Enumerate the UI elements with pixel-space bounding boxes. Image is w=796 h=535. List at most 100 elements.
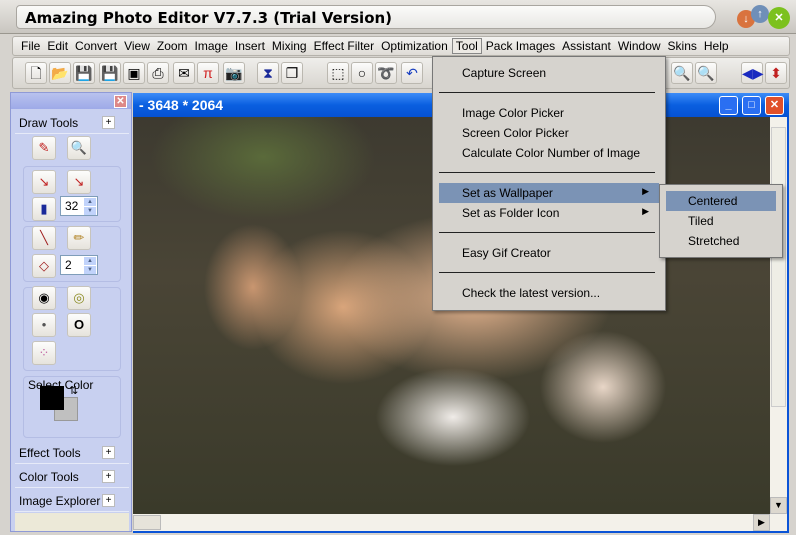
camera-icon[interactable]: 📷 bbox=[223, 62, 245, 84]
doc-maximize-icon[interactable]: □ bbox=[742, 96, 761, 115]
menu-item-image-color-picker[interactable]: Image Color Picker bbox=[439, 103, 659, 123]
scanner-icon[interactable]: π bbox=[197, 62, 219, 84]
pencil-icon[interactable]: ✏ bbox=[67, 226, 91, 250]
circle-target-icon[interactable]: ◎ bbox=[67, 286, 91, 310]
effect-tools-section[interactable]: Effect Tools + bbox=[15, 442, 129, 464]
color-tools-section[interactable]: Color Tools + bbox=[15, 466, 129, 488]
menu-pack-images[interactable]: Pack Images bbox=[483, 39, 558, 53]
zoom-out-icon[interactable]: 🔍 bbox=[695, 62, 717, 84]
print-icon[interactable]: ⎙ bbox=[147, 62, 169, 84]
submenu-item-centered[interactable]: Centered bbox=[666, 191, 776, 211]
open-icon[interactable]: 📂 bbox=[49, 62, 71, 84]
eyedropper-icon[interactable]: ✎ bbox=[32, 136, 56, 160]
menu-separator bbox=[439, 232, 655, 233]
set-wallpaper-label: Set as Wallpaper bbox=[462, 186, 553, 200]
vertical-scrollbar[interactable]: ▼ bbox=[770, 117, 787, 514]
expand-icon[interactable]: + bbox=[102, 116, 115, 129]
up-icon[interactable]: ▲ bbox=[84, 257, 96, 265]
new-icon[interactable]: 🗋 bbox=[25, 62, 47, 84]
down-icon[interactable]: ▼ bbox=[84, 207, 96, 215]
effect-tools-label: Effect Tools bbox=[19, 446, 81, 460]
save-as-icon[interactable]: 💾 bbox=[99, 62, 121, 84]
wallpaper-submenu: Centered Tiled Stretched bbox=[659, 184, 783, 258]
menu-insert[interactable]: Insert bbox=[232, 39, 268, 53]
brush-icon[interactable]: ↘ bbox=[32, 170, 56, 194]
lasso-icon[interactable]: ➰ bbox=[375, 62, 397, 84]
email-icon[interactable]: ✉ bbox=[173, 62, 195, 84]
save-icon[interactable]: 💾 bbox=[73, 62, 95, 84]
menu-optimization[interactable]: Optimization bbox=[378, 39, 451, 53]
ellipse-select-icon[interactable]: ○ bbox=[351, 62, 373, 84]
zoom-in-icon[interactable]: 🔍 bbox=[671, 62, 693, 84]
draw-tools-section[interactable]: Draw Tools + bbox=[15, 112, 129, 134]
menu-zoom[interactable]: Zoom bbox=[154, 39, 191, 53]
batch-save-icon[interactable]: ▣ bbox=[123, 62, 145, 84]
swap-colors-icon[interactable]: ⇅ bbox=[69, 384, 78, 397]
panel-close-icon[interactable]: ✕ bbox=[114, 95, 127, 108]
rect-select-icon[interactable]: ⬚ bbox=[327, 62, 349, 84]
menu-view[interactable]: View bbox=[121, 39, 153, 53]
sparkle-icon[interactable]: ⁘ bbox=[32, 341, 56, 365]
menu-item-calculate-color-number[interactable]: Calculate Color Number of Image bbox=[439, 143, 659, 163]
menu-item-set-as-folder-icon[interactable]: Set as Folder Icon ▶ bbox=[439, 203, 659, 223]
menu-convert[interactable]: Convert bbox=[72, 39, 120, 53]
horizontal-scrollbar[interactable]: ▶ bbox=[133, 514, 787, 531]
down-icon[interactable]: ▼ bbox=[84, 266, 96, 274]
undo-icon[interactable]: ↶ bbox=[401, 62, 423, 84]
horizontal-scroll-thumb[interactable] bbox=[133, 515, 161, 530]
up-icon[interactable]: ▲ bbox=[84, 198, 96, 206]
pen-brush-icon[interactable]: ↘ bbox=[67, 170, 91, 194]
menu-bar: File Edit Convert View Zoom Image Insert… bbox=[12, 36, 790, 56]
menu-edit[interactable]: Edit bbox=[44, 39, 71, 53]
menu-image[interactable]: Image bbox=[192, 39, 231, 53]
flip-horizontal-icon[interactable]: ◀▶ bbox=[741, 62, 764, 84]
doc-minimize-icon[interactable]: _ bbox=[719, 96, 738, 115]
scroll-down-icon[interactable]: ▼ bbox=[770, 497, 787, 514]
menu-separator bbox=[439, 92, 655, 93]
submenu-arrow-icon: ▶ bbox=[642, 206, 649, 216]
foreground-color-swatch[interactable] bbox=[40, 386, 64, 410]
menu-assistant[interactable]: Assistant bbox=[559, 39, 614, 53]
menu-help[interactable]: Help bbox=[701, 39, 732, 53]
expand-icon[interactable]: + bbox=[102, 494, 115, 507]
title-bar: Amazing Photo Editor V7.7.3 (Trial Versi… bbox=[0, 0, 796, 34]
menu-item-easy-gif-creator[interactable]: Easy Gif Creator bbox=[439, 243, 659, 263]
expand-icon[interactable]: + bbox=[102, 470, 115, 483]
copy-icon[interactable]: ❐ bbox=[281, 62, 303, 84]
tools-panel: ✕ Draw Tools + ✎ 🔍 ↘ ↘ ▮ 32 ▲ ▼ ╲ ✏ ◇ 2 ▲ ▼ ◉… bbox=[10, 92, 132, 532]
submenu-item-stretched[interactable]: Stretched bbox=[666, 231, 776, 251]
menu-item-capture-screen[interactable]: Capture Screen bbox=[439, 63, 659, 83]
menu-window[interactable]: Window bbox=[615, 39, 664, 53]
menu-tool[interactable]: Tool bbox=[451, 38, 482, 54]
panel-footer bbox=[15, 513, 129, 531]
menu-item-set-as-wallpaper[interactable]: Set as Wallpaper ▶ bbox=[439, 183, 659, 203]
spray-size-value: 32 bbox=[65, 199, 79, 213]
line-icon[interactable]: ╲ bbox=[32, 226, 56, 250]
scroll-right-icon[interactable]: ▶ bbox=[753, 514, 770, 531]
vertical-scroll-thumb[interactable] bbox=[771, 127, 786, 407]
expand-icon[interactable]: + bbox=[102, 446, 115, 459]
pen-size-stepper[interactable]: 2 ▲ ▼ bbox=[60, 255, 98, 275]
menu-mixing[interactable]: Mixing bbox=[269, 39, 310, 53]
doc-close-icon[interactable]: ✕ bbox=[765, 96, 784, 115]
image-explorer-section[interactable]: Image Explorer + bbox=[15, 490, 129, 512]
circle-filled-icon[interactable]: ◉ bbox=[32, 286, 56, 310]
hourglass-icon[interactable]: ⧗ bbox=[257, 62, 279, 84]
eraser-icon[interactable]: ◇ bbox=[32, 254, 56, 278]
spray-icon[interactable]: ▮ bbox=[32, 197, 56, 221]
menu-file[interactable]: File bbox=[18, 39, 43, 53]
restore-icon[interactable]: ↑ bbox=[751, 5, 769, 23]
image-explorer-label: Image Explorer bbox=[19, 494, 101, 508]
ring-icon[interactable]: O bbox=[67, 313, 91, 337]
magnifier-icon[interactable]: 🔍 bbox=[67, 136, 91, 160]
spray-size-stepper[interactable]: 32 ▲ ▼ bbox=[60, 196, 98, 216]
menu-item-screen-color-picker[interactable]: Screen Color Picker bbox=[439, 123, 659, 143]
menu-skins[interactable]: Skins bbox=[665, 39, 700, 53]
menu-item-check-latest-version[interactable]: Check the latest version... bbox=[439, 283, 659, 303]
dot-icon[interactable]: • bbox=[32, 313, 56, 337]
menu-effect-filter[interactable]: Effect Filter bbox=[311, 39, 377, 53]
close-icon[interactable]: ✕ bbox=[768, 7, 790, 29]
flip-vertical-icon[interactable]: ⬍ bbox=[765, 62, 787, 84]
submenu-item-tiled[interactable]: Tiled bbox=[666, 211, 776, 231]
window-title: Amazing Photo Editor V7.7.3 (Trial Versi… bbox=[16, 5, 716, 29]
